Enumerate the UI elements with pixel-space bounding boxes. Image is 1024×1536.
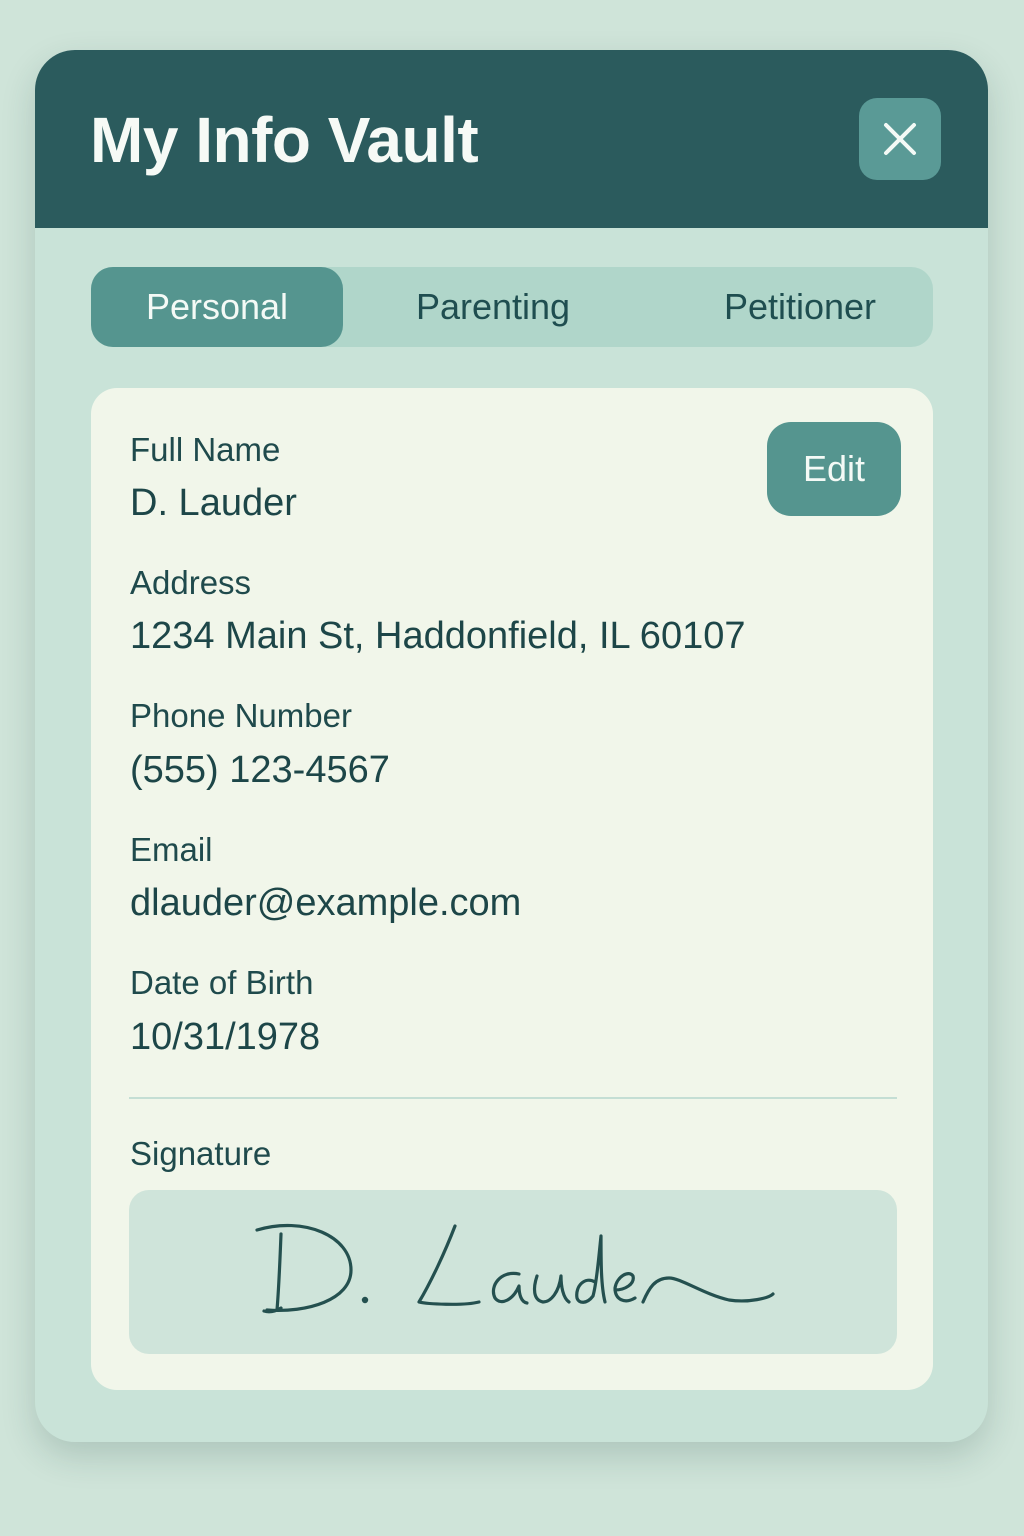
info-vault-panel: My Info Vault Personal Parenting Petitio… [35,50,988,1442]
address-label: Address [130,564,252,601]
tab-parenting[interactable]: Parenting [363,267,623,347]
phone-number-label: Phone Number [130,697,352,734]
tab-personal[interactable]: Personal [91,267,343,347]
close-button[interactable] [859,98,941,180]
header-bar: My Info Vault [35,50,988,228]
email-label: Email [130,831,213,868]
tab-petitioner[interactable]: Petitioner [673,267,927,347]
phone-number-value: (555) 123-4567 [130,749,390,791]
close-icon [884,123,916,155]
signature-drawing [255,1223,775,1314]
full-name-value: D. Lauder [130,482,297,524]
address-value: 1234 Main St, Haddonfield, IL 60107 [130,615,746,657]
signature-label: Signature [130,1135,272,1172]
date-of-birth-label: Date of Birth [130,964,314,1001]
divider [129,1097,897,1099]
email-value: dlauder@example.com [130,882,522,924]
full-name-label: Full Name [130,431,281,468]
edit-button[interactable]: Edit [767,422,901,516]
tab-bar: Personal Parenting Petitioner [91,267,933,347]
personal-info-card: Full Name D. Lauder Edit Address 1234 Ma… [91,388,933,1390]
date-of-birth-value: 10/31/1978 [130,1016,321,1058]
signature-box [129,1190,897,1354]
page-title: My Info Vault [90,104,479,176]
